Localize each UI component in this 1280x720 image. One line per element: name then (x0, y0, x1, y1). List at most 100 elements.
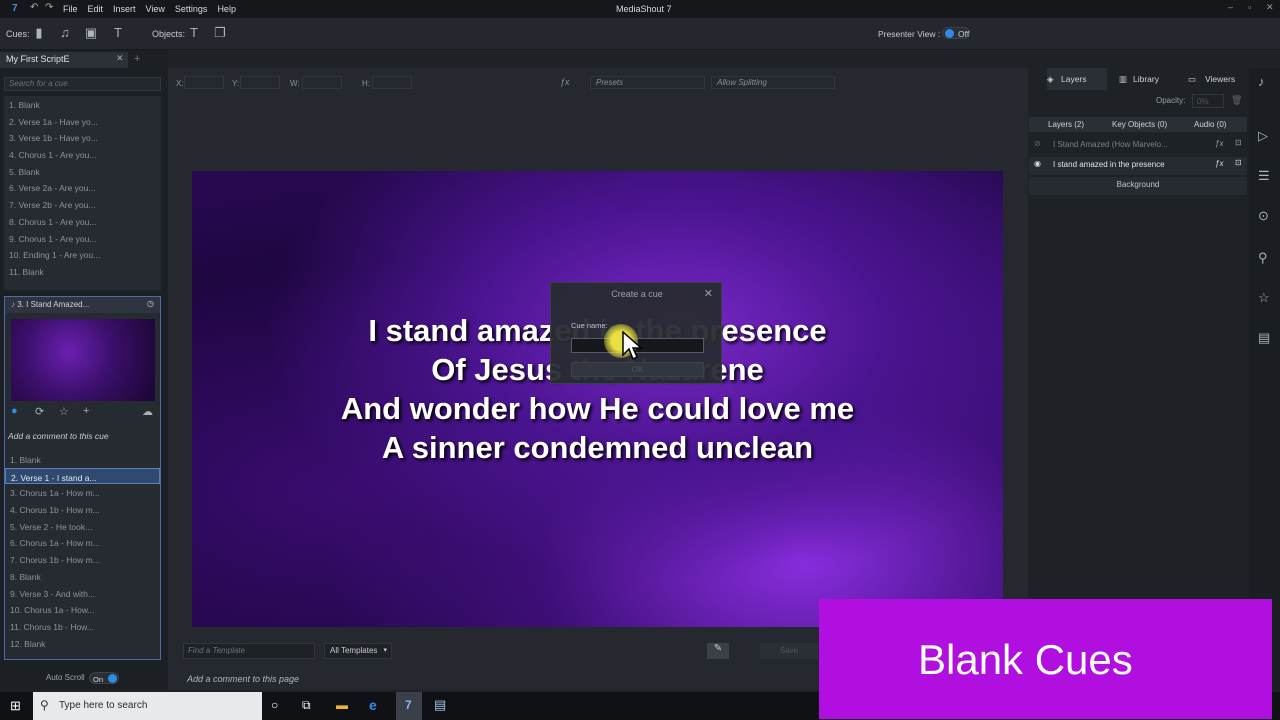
tab-key-objects[interactable]: Key Objects (0) (1112, 120, 1167, 129)
cue-card-header[interactable]: ♪ 3. I Stand Amazed... ◷ (5, 297, 160, 313)
add-tab-icon[interactable]: + (134, 53, 140, 65)
add-icon[interactable]: + (83, 405, 89, 417)
list-item[interactable]: 11. Blank (4, 263, 161, 280)
close-window-icon[interactable]: ✕ (1266, 2, 1274, 13)
file-explorer-icon[interactable]: ▬ (336, 698, 348, 712)
text-cue-icon[interactable]: T (111, 25, 125, 41)
play-icon[interactable]: ▷ (1258, 128, 1268, 144)
tab-library[interactable]: Library (1133, 74, 1159, 84)
save-template-button[interactable]: Save (760, 643, 818, 659)
background-layer[interactable]: Background (1029, 177, 1247, 195)
opacity-input[interactable]: 0% (1192, 94, 1224, 108)
close-tab-icon[interactable]: ✕ (116, 53, 124, 64)
fx-icon[interactable]: ƒx (560, 77, 570, 87)
new-cue-icon[interactable]: ▮ (32, 25, 46, 41)
list-item[interactable]: 9. Chorus 1 - Are you... (4, 230, 161, 247)
list-item[interactable]: 8. Blank (5, 568, 160, 585)
copy-object-icon[interactable]: ❐ (213, 25, 227, 41)
hidden-eye-icon[interactable]: ⊘ (1034, 139, 1041, 148)
menu-file[interactable]: File (63, 4, 78, 14)
list-item[interactable]: 3. Chorus 1a - How m... (5, 484, 160, 501)
edge-icon[interactable]: e (369, 697, 377, 713)
notepad-icon[interactable]: ▤ (434, 697, 446, 713)
taskbar-search-input[interactable]: ⚲ Type here to search (33, 692, 262, 720)
list-item[interactable]: 6. Verse 2a - Are you... (4, 179, 161, 196)
layer-row[interactable]: ◉ I stand amazed in the presence ƒx ⊡ (1029, 157, 1247, 175)
list-item[interactable]: 7. Chorus 1b - How m... (5, 551, 160, 568)
task-view-icon[interactable]: ⧉ (302, 698, 311, 713)
undo-icon[interactable]: ↶ (30, 2, 38, 13)
wrench-icon[interactable]: ⚲ (1258, 250, 1268, 266)
w-input[interactable] (302, 76, 342, 89)
maximize-icon[interactable]: ▫ (1248, 2, 1251, 12)
menu-edit[interactable]: Edit (88, 4, 104, 14)
lock-icon[interactable]: ⊡ (1235, 158, 1242, 167)
h-input[interactable] (372, 76, 412, 89)
list-item[interactable]: 2. Verse 1a - Have yo... (4, 113, 161, 130)
list-item[interactable]: 12. Blank (5, 635, 160, 652)
menu-settings[interactable]: Settings (175, 4, 208, 14)
menu-insert[interactable]: Insert (113, 4, 136, 14)
lock-icon[interactable]: ⊡ (1235, 138, 1242, 147)
x-input[interactable] (184, 76, 224, 89)
mediashout-taskbar-icon[interactable]: 7 (396, 692, 422, 720)
list-item[interactable]: 3. Verse 1b - Have yo... (4, 129, 161, 146)
list-item[interactable]: 8. Chorus 1 - Are you... (4, 213, 161, 230)
book-icon[interactable]: ▤ (1258, 330, 1270, 346)
cortana-icon[interactable]: ○ (271, 698, 278, 712)
list-item[interactable]: 5. Verse 2 - He took... (5, 518, 160, 535)
cue-comment[interactable]: Add a comment to this cue (8, 431, 109, 441)
media-cue-icon[interactable]: ▣ (84, 25, 98, 41)
loop-icon[interactable]: ⟳ (35, 405, 44, 418)
list-item[interactable]: 4. Chorus 1 - Are you... (4, 146, 161, 163)
song-cue-icon[interactable]: ♫ (58, 25, 72, 41)
presets-select[interactable]: Presets (590, 76, 705, 89)
list-item[interactable]: 1. Blank (5, 451, 160, 468)
list-item[interactable]: 5. Blank (4, 163, 161, 180)
eye-icon[interactable]: ◉ (1034, 159, 1041, 168)
star-icon[interactable]: ☆ (59, 405, 69, 418)
list-item[interactable]: 10. Chorus 1a - How... (5, 601, 160, 618)
splitting-select[interactable]: Allow Splitting (711, 76, 835, 89)
list-icon[interactable]: ☰ (1258, 168, 1270, 184)
list-item[interactable]: 10. Ending 1 - Are you... (4, 246, 161, 263)
tab-viewers[interactable]: Viewers (1205, 74, 1235, 84)
y-input[interactable] (240, 76, 280, 89)
menu-view[interactable]: View (146, 4, 165, 14)
fx-icon[interactable]: ƒx (1215, 159, 1223, 168)
list-item-selected[interactable]: 2. Verse 1 - I stand a... (5, 467, 160, 485)
layer-row[interactable]: ⊘ I Stand Amazed (How Marvelo... ƒx ⊡ (1029, 137, 1247, 155)
close-icon[interactable]: ✕ (704, 287, 713, 300)
tab-layers[interactable]: Layers (1061, 74, 1087, 84)
windows-start-icon[interactable]: ⊞ (10, 698, 21, 714)
minimize-icon[interactable]: – (1228, 2, 1233, 12)
record-icon[interactable]: ● (11, 405, 18, 417)
menu-help[interactable]: Help (217, 4, 236, 14)
tab-layers-count[interactable]: Layers (2) (1048, 120, 1084, 129)
cloud-icon[interactable]: ☁ (142, 405, 153, 418)
script-tab[interactable]: My First ScriptE ✕ (0, 52, 128, 68)
link-icon[interactable]: ⊙ (1258, 208, 1269, 224)
list-item[interactable]: 4. Chorus 1b - How m... (5, 501, 160, 518)
list-item[interactable]: 9. Verse 3 - And with... (5, 585, 160, 602)
redo-icon[interactable]: ↷ (45, 2, 53, 13)
brush-icon[interactable]: ✎ (707, 643, 729, 659)
clock-icon[interactable]: ◷ (147, 299, 154, 308)
slide-preview[interactable]: I stand amazed in the presence Of Jesus … (192, 171, 1003, 627)
fx-icon[interactable]: ƒx (1215, 139, 1223, 148)
template-filter-select[interactable]: All Templates ▾ (324, 643, 392, 659)
trash-icon[interactable]: 🗑 (1231, 95, 1242, 106)
cue-thumbnail[interactable] (11, 319, 155, 401)
text-object-icon[interactable]: T (187, 25, 201, 41)
list-item[interactable]: 7. Verse 2b - Are you... (4, 196, 161, 213)
cue-search-input[interactable]: Search for a cue (4, 77, 161, 91)
tab-audio[interactable]: Audio (0) (1194, 120, 1226, 129)
page-comment[interactable]: Add a comment to this page (187, 674, 299, 684)
template-search-input[interactable]: Find a Template (183, 643, 315, 659)
ok-button[interactable]: OK (571, 362, 704, 377)
star-icon[interactable]: ☆ (1258, 290, 1270, 306)
list-item[interactable]: 6. Chorus 1a - How m... (5, 534, 160, 551)
list-item[interactable]: 1. Blank (4, 96, 161, 113)
music-note-icon[interactable]: ♪ (1258, 74, 1265, 89)
list-item[interactable]: 11. Chorus 1b - How... (5, 618, 160, 635)
